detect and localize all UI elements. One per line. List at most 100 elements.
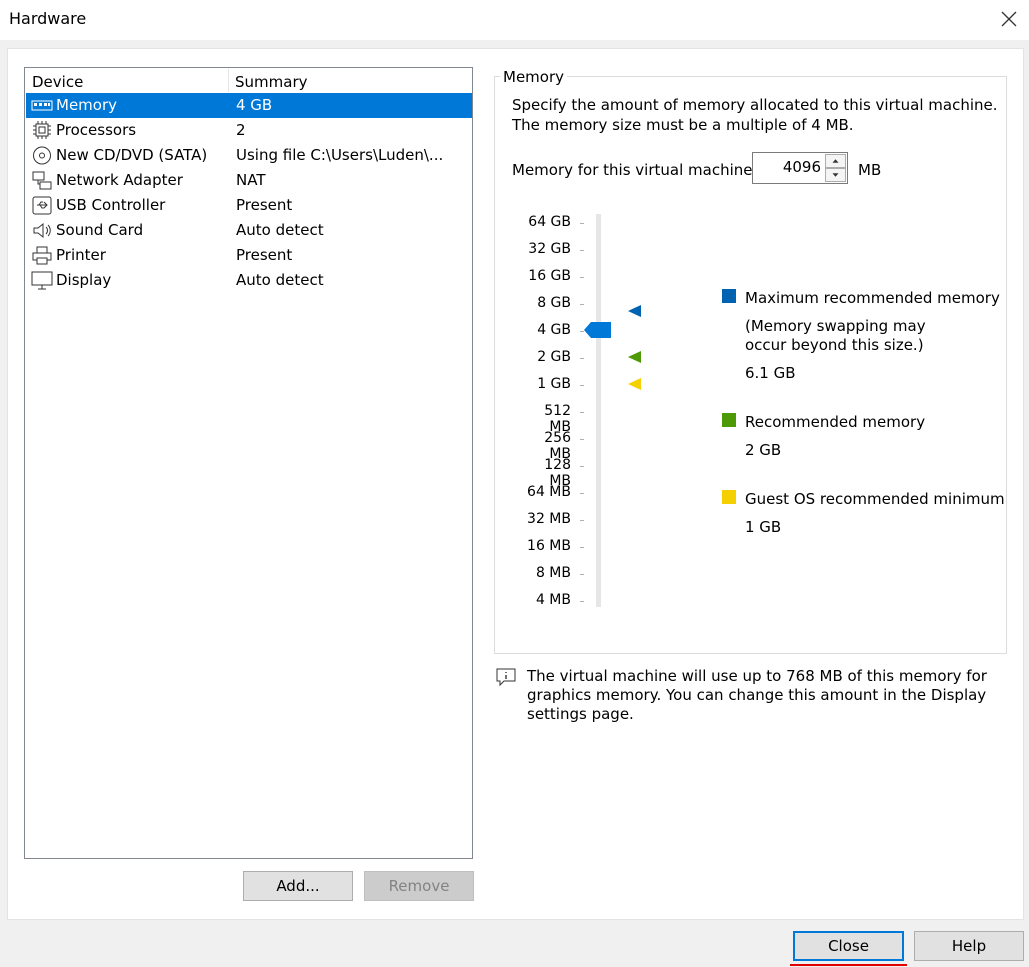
memory-unit-label: MB [858, 161, 882, 179]
memory-scale-label: 1 GB [537, 376, 571, 392]
memory-scale-tick [580, 466, 584, 467]
device-row-printer[interactable]: Printer Present [26, 243, 472, 268]
spin-down-icon[interactable] [825, 168, 846, 182]
memory-scale-label: 8 MB [535, 565, 571, 581]
memory-scale-label: 64 GB [528, 214, 571, 230]
close-button-underline [790, 964, 907, 966]
device-name: Sound Card [56, 221, 144, 239]
device-name: Processors [56, 121, 137, 139]
memory-scale-tick [580, 547, 584, 548]
cd-icon [33, 146, 51, 165]
device-name: USB Controller [56, 196, 166, 214]
minimum-swatch [722, 490, 736, 504]
device-summary: Using file C:\Users\Luden\... [236, 146, 444, 164]
memory-scale-tick [580, 601, 584, 602]
memory-scale-tick [580, 304, 584, 305]
processor-icon [33, 121, 51, 139]
device-summary: 4 GB [236, 96, 273, 114]
device-summary: 2 [236, 121, 246, 139]
memory-scale-tick [580, 277, 584, 278]
device-name: Printer [56, 246, 106, 264]
memory-slider-thumb[interactable] [583, 321, 613, 339]
memory-size-spinner[interactable]: 4096 [752, 152, 848, 184]
recommended-value: 2 GB [745, 441, 782, 459]
device-row-network-adapter[interactable]: Network Adapter NAT [26, 168, 472, 193]
summary-column-header[interactable]: Summary [235, 73, 308, 91]
device-name: Memory [56, 96, 118, 114]
max-recommended-label: Maximum recommended memory [745, 289, 1000, 307]
memory-icon [31, 100, 53, 111]
memory-scale-label: 16 GB [528, 268, 571, 284]
memory-scale-label: 8 GB [537, 295, 571, 311]
window-title: Hardware [9, 9, 87, 28]
device-name: Network Adapter [56, 171, 183, 189]
memory-scale-tick [580, 223, 584, 224]
memory-scale-tick [580, 574, 584, 575]
max-recommended-value: 6.1 GB [745, 364, 796, 382]
memory-scale-tick [580, 412, 584, 413]
usb-icon [32, 196, 52, 215]
info-line3: settings page. [527, 705, 634, 723]
device-name: Display [56, 271, 112, 289]
device-row-memory[interactable]: Memory 4 GB [26, 93, 472, 118]
network-icon [32, 171, 52, 190]
memory-scale-tick [580, 520, 584, 521]
device-list[interactable]: Device Summary Memory 4 GB Processors 2 … [24, 67, 473, 859]
memory-scale-tick [580, 250, 584, 251]
device-summary: Auto detect [236, 221, 324, 239]
max-recommended-marker-icon [628, 305, 641, 317]
device-summary: Present [236, 196, 293, 214]
memory-scale-label: 16 MB [527, 538, 571, 554]
minimum-marker-icon [628, 378, 641, 390]
memory-scale-label: 32 GB [528, 241, 571, 257]
minimum-label: Guest OS recommended minimum [745, 490, 1005, 508]
max-recommended-swatch [722, 289, 736, 303]
memory-size-input[interactable]: 4096 [753, 158, 821, 176]
device-row-processors[interactable]: Processors 2 [26, 118, 472, 143]
memory-description-line2: The memory size must be a multiple of 4 … [512, 116, 854, 134]
device-name: New CD/DVD (SATA) [56, 146, 208, 164]
device-summary: Present [236, 246, 293, 264]
speaker-icon [33, 222, 51, 239]
max-recommended-note-line1: (Memory swapping may [745, 317, 926, 335]
spin-up-icon[interactable] [825, 154, 846, 168]
title-bar: Hardware [0, 0, 1029, 40]
memory-scale-tick [580, 358, 584, 359]
printer-icon [32, 246, 52, 265]
device-row-cd-dvd[interactable]: New CD/DVD (SATA) Using file C:\Users\Lu… [26, 143, 472, 168]
remove-device-button[interactable]: Remove [364, 871, 474, 901]
monitor-icon [31, 271, 53, 290]
info-line2: graphics memory. You can change this amo… [527, 686, 987, 704]
memory-scale-tick [580, 493, 584, 494]
recommended-swatch [722, 413, 736, 427]
info-icon [496, 668, 516, 687]
device-row-usb-controller[interactable]: USB Controller Present [26, 193, 472, 218]
memory-field-label: Memory for this virtual machine: [512, 161, 758, 179]
minimum-value: 1 GB [745, 518, 782, 536]
device-list-header: Device Summary [25, 68, 472, 93]
memory-description-line1: Specify the amount of memory allocated t… [512, 96, 998, 114]
memory-slider-track[interactable] [596, 214, 601, 607]
memory-scale-label: 4 GB [537, 322, 571, 338]
close-icon[interactable] [995, 6, 1023, 32]
recommended-marker-icon [628, 351, 641, 363]
memory-group-title: Memory [500, 68, 568, 86]
memory-scale-tick [580, 439, 584, 440]
add-device-button[interactable]: Add... [243, 871, 353, 901]
device-row-sound-card[interactable]: Sound Card Auto detect [26, 218, 472, 243]
device-summary: Auto detect [236, 271, 324, 289]
device-summary: NAT [236, 171, 266, 189]
column-separator[interactable] [228, 69, 229, 92]
memory-scale-label: 4 MB [535, 592, 571, 608]
help-button[interactable]: Help [914, 931, 1024, 961]
max-recommended-note-line2: occur beyond this size.) [745, 336, 924, 354]
recommended-label: Recommended memory [745, 413, 926, 431]
info-line1: The virtual machine will use up to 768 M… [527, 667, 987, 685]
close-button[interactable]: Close [793, 931, 904, 961]
memory-scale-tick [580, 385, 584, 386]
memory-scale-label: 64 MB [527, 484, 571, 500]
memory-scale-label: 2 GB [537, 349, 571, 365]
memory-scale-label: 32 MB [527, 511, 571, 527]
device-column-header[interactable]: Device [32, 73, 83, 91]
device-row-display[interactable]: Display Auto detect [26, 268, 472, 293]
